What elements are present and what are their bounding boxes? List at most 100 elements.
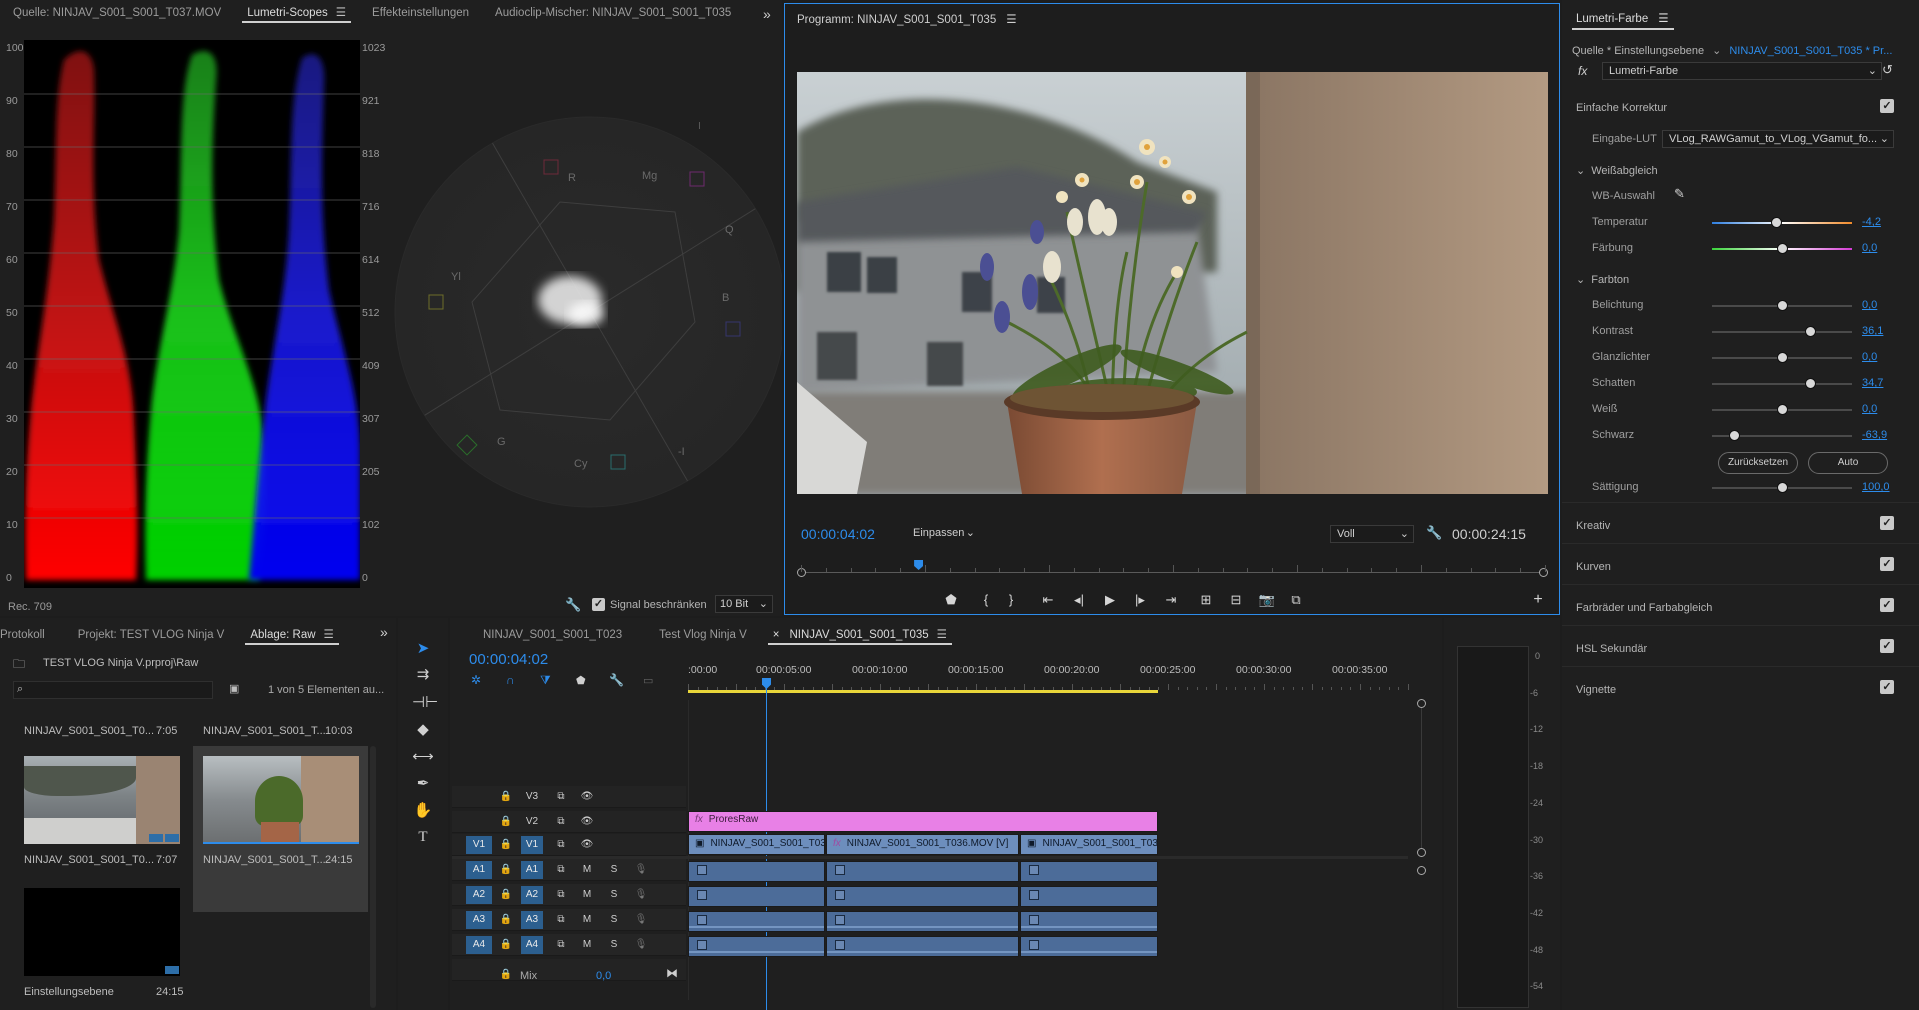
slider-handle[interactable] [1729, 430, 1741, 441]
go-to-out-icon[interactable]: ⇥ [1160, 590, 1182, 610]
slider-value[interactable]: 100,0 [1862, 481, 1890, 493]
basic-correction-checkbox[interactable]: ✓ [1880, 99, 1894, 113]
audio-clip[interactable] [1020, 936, 1158, 957]
signal-clamp-checkbox[interactable]: ✓ [592, 598, 605, 611]
timeline-settings-icon[interactable]: 🔧 [609, 673, 624, 687]
project-scrollbar[interactable] [370, 746, 376, 1008]
source-patch-a3[interactable]: A3 [466, 911, 492, 929]
wrench-icon[interactable]: 🔧 [1426, 525, 1442, 541]
add-button-icon[interactable]: + [1527, 590, 1549, 610]
comparison-view-icon[interactable]: ⧉ [1285, 590, 1307, 610]
quality-select[interactable]: Voll ⌄ [1330, 525, 1414, 543]
audio-clip[interactable] [826, 936, 1019, 957]
audio-clip[interactable] [1020, 911, 1158, 932]
lock-icon[interactable]: 🔒 [497, 911, 515, 929]
step-back-icon[interactable]: ◂| [1068, 590, 1090, 610]
bit-depth-select[interactable]: 10 Bit ⌄ [715, 595, 773, 613]
mute-button[interactable]: M [578, 911, 596, 929]
section-checkbox[interactable]: ✓ [1880, 516, 1894, 530]
tab-audio-clip-mixer[interactable]: Audioclip-Mischer: NINJAV_S001_S001_T035 [482, 0, 744, 26]
tab-sequence-t035[interactable]: × NINJAV_S001_S001_T035 ☰ [760, 622, 960, 648]
slider-handle[interactable] [1771, 217, 1783, 228]
effect-select[interactable]: Lumetri-Farbe ⌄ [1602, 62, 1882, 80]
microphone-icon[interactable]: 🎙 [632, 886, 650, 904]
source-patch-a2[interactable]: A2 [466, 886, 492, 904]
audio-clip[interactable] [688, 861, 825, 882]
track-label-a1[interactable]: A1 [521, 861, 543, 879]
slider-track[interactable] [1712, 352, 1852, 363]
section-checkbox[interactable]: ✓ [1880, 557, 1894, 571]
eyedropper-icon[interactable]: ✎ [1674, 186, 1685, 202]
selection-tool-icon[interactable]: ➤ [412, 638, 434, 660]
export-frame-icon[interactable]: 📷 [1256, 590, 1278, 610]
step-forward-icon[interactable]: |▸ [1129, 590, 1151, 610]
program-timecode[interactable]: 00:00:04:02 [801, 526, 875, 542]
eye-icon[interactable]: 👁 [578, 788, 596, 806]
lock-icon[interactable]: 🔒 [497, 966, 515, 984]
track-label-a3[interactable]: A3 [521, 911, 543, 929]
program-playhead[interactable] [914, 560, 924, 570]
new-bin-from-search-icon[interactable]: ▣ [229, 682, 239, 695]
slider-handle[interactable] [1777, 404, 1788, 415]
insert-sequence-icon[interactable]: ⧩ [540, 673, 551, 688]
wrench-icon[interactable]: 🔧 [565, 597, 581, 613]
timeline-scroll-handle-top[interactable] [1417, 699, 1426, 708]
solo-button[interactable]: S [605, 861, 623, 879]
work-area-bar[interactable] [688, 690, 1158, 693]
target-clip-label[interactable]: NINJAV_S001_S001_T035 * Pr... [1729, 45, 1892, 57]
tab-effect-controls[interactable]: Effekteinstellungen [359, 0, 482, 26]
track-label-a2[interactable]: A2 [521, 886, 543, 904]
snap-icon[interactable]: ✲ [471, 673, 481, 687]
audio-clip[interactable] [826, 886, 1019, 907]
audio-clip[interactable] [826, 911, 1019, 932]
clip-thumbnail[interactable] [203, 756, 359, 844]
extract-icon[interactable]: ⊟ [1225, 590, 1247, 610]
section-checkbox[interactable]: ✓ [1880, 680, 1894, 694]
lock-icon[interactable]: 🔒 [497, 886, 515, 904]
slider-handle[interactable] [1805, 326, 1816, 337]
slider-track[interactable] [1712, 378, 1852, 389]
track-label-v1[interactable]: V1 [521, 836, 543, 854]
eye-icon[interactable]: 👁 [578, 813, 596, 831]
mute-button[interactable]: M [578, 936, 596, 954]
mark-in-icon[interactable]: { [975, 590, 997, 610]
scrubber-end-handle[interactable] [1539, 568, 1548, 577]
timeline-timecode[interactable]: 00:00:04:02 [469, 651, 548, 668]
mark-out-icon[interactable]: } [1000, 590, 1022, 610]
sync-lock-icon[interactable]: ⧉ [552, 861, 570, 879]
slider-track[interactable] [1712, 300, 1852, 311]
program-scrubber[interactable] [797, 560, 1548, 577]
audio-clip[interactable] [688, 911, 825, 932]
lumetri-section[interactable]: Farbräder und Farbabgleich ✓ [1562, 584, 1919, 624]
close-icon[interactable]: × [773, 629, 780, 641]
slider-handle[interactable] [1777, 352, 1788, 363]
menu-icon[interactable]: ☰ [324, 622, 334, 648]
track-label-v3[interactable]: V3 [521, 788, 543, 806]
section-checkbox[interactable]: ✓ [1880, 598, 1894, 612]
sync-lock-icon[interactable]: ⧉ [552, 813, 570, 831]
v1-clip-t037[interactable]: ▣ NINJAV_S001_S001_T037 [1020, 834, 1158, 855]
lock-icon[interactable]: 🔒 [497, 813, 515, 831]
slider-value[interactable]: 0,0 [1862, 403, 1877, 415]
lock-icon[interactable]: 🔒 [497, 861, 515, 879]
slider-value[interactable]: 0,0 [1862, 351, 1877, 363]
lumetri-section[interactable]: Kreativ ✓ [1562, 502, 1919, 542]
menu-icon[interactable]: ☰ [1658, 13, 1668, 25]
v1-clip-t03[interactable]: ▣ NINJAV_S001_S001_T03 [688, 834, 825, 855]
slider-track[interactable] [1712, 482, 1852, 493]
v1-clip-t036[interactable]: fx NINJAV_S001_S001_T036.MOV [V] [826, 834, 1019, 855]
slider-handle[interactable] [1777, 482, 1788, 493]
fit-select[interactable]: Einpassen ⌄ [909, 525, 977, 543]
lift-icon[interactable]: ⊞ [1195, 590, 1217, 610]
eye-icon[interactable]: 👁 [578, 836, 596, 854]
slider-track[interactable] [1712, 326, 1852, 337]
lumetri-section[interactable]: HSL Sekundär ✓ [1562, 625, 1919, 665]
slider-track[interactable] [1712, 243, 1852, 254]
pen-tool-icon[interactable]: ✒ [412, 773, 434, 795]
menu-icon[interactable]: ☰ [336, 0, 346, 26]
mix-value[interactable]: 0,0 [596, 970, 611, 982]
overflow-tabs-icon[interactable]: » [763, 6, 771, 22]
microphone-icon[interactable]: 🎙 [632, 936, 650, 954]
clip-thumbnail[interactable] [24, 756, 180, 844]
hand-tool-icon[interactable]: ✋ [412, 800, 434, 822]
